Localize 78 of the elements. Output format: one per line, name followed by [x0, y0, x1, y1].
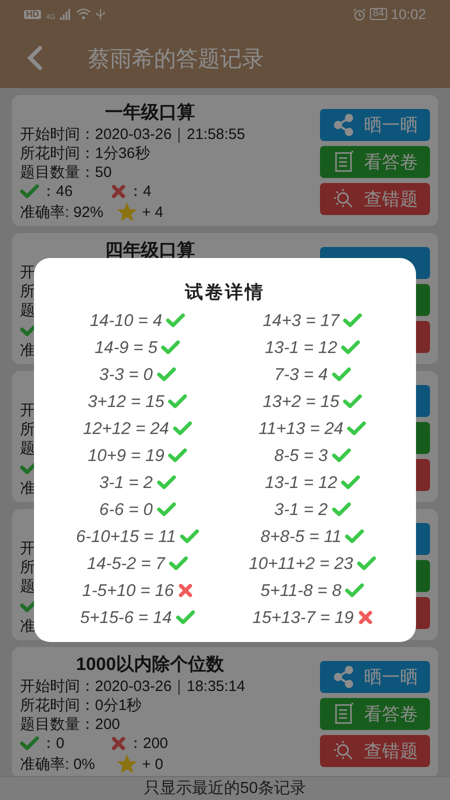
- record-info: 开始时间：2020-03-26｜18:35:14: [20, 677, 246, 696]
- share-icon: [332, 665, 356, 689]
- record-title: 一年级口算: [105, 101, 195, 124]
- equation-text: 12+12 = 24: [82, 418, 170, 440]
- record-info: 所花时间：0分1秒: [20, 696, 142, 715]
- equation-text: 3-1 = 2: [99, 472, 153, 494]
- accuracy-text: 准确率: 0%: [20, 754, 96, 774]
- star-icon: [116, 753, 138, 775]
- record-info: 题目数量：200: [20, 715, 120, 734]
- view-answers-button[interactable]: 看答卷: [320, 698, 430, 730]
- status-time: 10:02: [390, 7, 426, 21]
- page-title: 蔡雨希的答题记录: [88, 44, 264, 72]
- correct-count: ：46: [41, 182, 74, 201]
- record-info: 开: [20, 539, 35, 558]
- battery-icon: 84: [370, 8, 387, 20]
- equation-text: 13+2 = 15: [262, 390, 340, 413]
- equation-text: 3-1 = 2: [274, 498, 328, 521]
- equation-text: 10+11+2 = 23: [248, 552, 354, 575]
- record-info: 开: [20, 401, 35, 420]
- correct-count: ：0: [41, 734, 66, 753]
- dialog-title: 试卷详情: [185, 281, 265, 304]
- usb-icon: [96, 8, 106, 20]
- accuracy-text: 准: [20, 340, 35, 360]
- wrong-count: ：4: [128, 182, 152, 201]
- share-button[interactable]: 晒一晒: [320, 661, 430, 693]
- back-icon: [27, 46, 43, 70]
- share-button[interactable]: 晒一晒: [320, 109, 430, 141]
- footer-note: 只显示最近的50条记录: [0, 776, 450, 800]
- equation-text: 14-10 = 4: [90, 310, 162, 332]
- wifi-icon: [76, 8, 92, 20]
- review-mistakes-button[interactable]: 查错题: [320, 735, 430, 767]
- check-icon: [20, 184, 39, 199]
- equation-text: 11+13 = 24: [258, 418, 344, 440]
- star-icon: [116, 201, 138, 223]
- equation-text: 8+8-5 = 11: [260, 526, 342, 548]
- equation-text: 5+11-8 = 8: [260, 580, 342, 602]
- equation-text: 7-3 = 4: [274, 364, 328, 386]
- record-title: 四年级口算: [105, 239, 195, 262]
- equation-text: 15+13-7 = 19: [252, 606, 354, 629]
- equation-text: 3-3 = 0: [99, 364, 153, 386]
- star-reward: + 0: [142, 754, 164, 774]
- star-reward: + 4: [142, 202, 164, 222]
- record-info: 开: [20, 263, 35, 282]
- record-info: 所花时间：1分36秒: [20, 144, 150, 163]
- wrong-count: ：200: [128, 734, 168, 753]
- accuracy-text: 准: [20, 616, 35, 636]
- equation-text: 14-9 = 5: [94, 336, 158, 359]
- cross-icon: [111, 184, 126, 199]
- equation-text: 14+3 = 17: [262, 310, 340, 332]
- record-info: 所: [20, 558, 35, 577]
- record-info: 题: [20, 301, 35, 320]
- hd-badge: HD: [24, 10, 41, 18]
- signal-icon: [60, 8, 72, 20]
- equation-text: 8-5 = 3: [274, 444, 328, 467]
- alarm-icon: [352, 8, 366, 20]
- equation-text: 6-6 = 0: [99, 498, 153, 521]
- equation-text: 3+12 = 15: [88, 390, 164, 413]
- share-icon: [332, 113, 356, 137]
- equation-text: 1-5+10 = 16: [82, 580, 174, 602]
- record-title: 1000以内除个位数: [76, 653, 224, 676]
- record-info: 所: [20, 420, 35, 439]
- equation-text: 13-1 = 12: [264, 472, 338, 494]
- equation-text: 5+15-6 = 14: [80, 606, 172, 629]
- cross-icon: [111, 736, 126, 751]
- record-info: 题: [20, 577, 35, 596]
- accuracy-text: 准: [20, 478, 35, 498]
- equation-text: 10+9 = 19: [88, 444, 164, 467]
- equation-text: 6-10+15 = 11: [76, 526, 176, 548]
- record-info: 题: [20, 439, 35, 458]
- record-info: 题目数量：50: [20, 163, 112, 182]
- equation-text: 14-5-2 = 7: [87, 552, 165, 575]
- record-info: 开始时间：2020-03-26｜21:58:55: [20, 125, 246, 144]
- view-answers-button[interactable]: 看答卷: [320, 146, 430, 178]
- check-icon: [20, 736, 39, 751]
- accuracy-text: 准确率: 92%: [20, 202, 104, 222]
- review-mistakes-button[interactable]: 查错题: [320, 183, 430, 215]
- equation-text: 13-1 = 12: [264, 336, 338, 359]
- record-info: 所: [20, 282, 35, 301]
